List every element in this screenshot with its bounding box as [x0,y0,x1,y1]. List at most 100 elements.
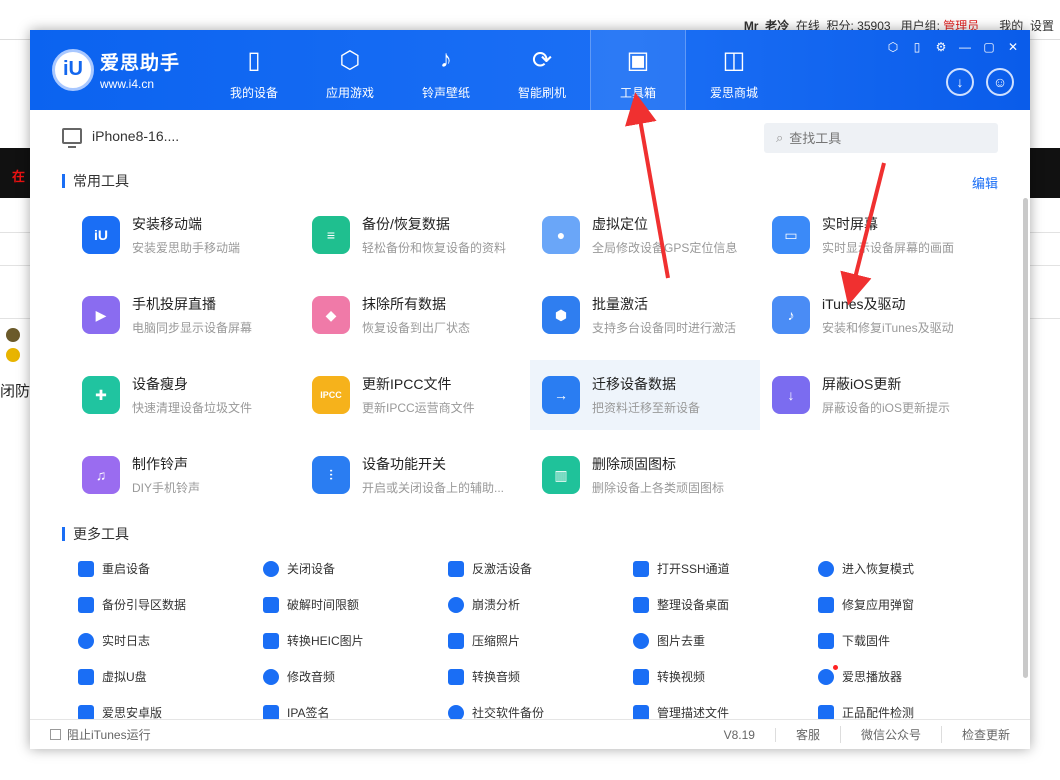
tool-item[interactable]: ✚ 设备瘦身快速清理设备垃圾文件 [70,360,300,430]
close-icon[interactable]: ✕ [1006,40,1020,54]
more-tool-item[interactable]: 修改音频 [263,668,335,685]
settings-icon[interactable]: ⚙ [934,40,948,54]
tool-item[interactable]: ▥ 删除顽固图标 删除设备上各类顽固图标 [530,440,760,510]
tool-desc: 开启或关闭设备上的辅助... [362,481,505,495]
bg-settings-link[interactable]: 设置 [1030,19,1054,33]
more-tool-item[interactable]: 压缩照片 [448,632,520,649]
block-itunes-label[interactable]: 阻止iTunes运行 [67,726,151,743]
tool-desc: DIY手机铃声 [132,481,201,495]
search-input[interactable] [789,130,970,146]
tool-search[interactable]: ⌕ [764,123,998,153]
tab-toolbox[interactable]: ▣ 工具箱 [590,30,686,110]
tool-item[interactable]: ♪ iTunes及驱动 安装和修复iTunes及驱动 [760,280,990,350]
more-tool-label: 关闭设备 [287,562,336,576]
more-tool-item[interactable]: 转换视频 [633,668,705,685]
music-folder-icon: ♪ [440,46,452,73]
more-tool-label: 修复应用弹窗 [842,598,915,612]
tool-item[interactable]: ● 虚拟定位 全局修改设备GPS定位信息 [530,200,760,270]
tab-phone[interactable]: ▯ 我的设备 [206,30,302,110]
more-tool-label: 备份引导区数据 [102,598,187,612]
tab-label: 智能刷机 [517,86,566,100]
search-icon: ⌕ [776,130,784,145]
more-tool-item[interactable]: 整理设备桌面 [633,596,729,613]
more-tool-icon [818,560,834,577]
more-tool-label: 反激活设备 [472,562,533,576]
user-account-icon[interactable]: ☺ [986,68,1014,96]
more-tool-item[interactable]: 关闭设备 [263,560,335,577]
more-tool-item[interactable]: 重启设备 [78,560,150,577]
tool-item[interactable]: ↓ 屏蔽iOS更新 屏蔽设备的iOS更新提示 [760,360,990,430]
tool-desc: 快速清理设备垃圾文件 [132,401,253,415]
tool-item[interactable]: IPCC 更新IPCC文件 更新IPCC运营商文件 [300,360,530,430]
more-tool-item[interactable]: 备份引导区数据 [78,596,186,613]
more-tool-label: 虚拟U盘 [102,670,147,684]
more-tool-item[interactable]: 下载固件 [818,632,890,649]
device-selector[interactable]: iPhone8-16.... [62,128,179,148]
more-tool-label: 崩溃分析 [472,598,521,612]
tool-title: 制作铃声 [132,456,188,472]
more-tool-item[interactable]: 实时日志 [78,632,150,649]
tab-cube[interactable]: ⬡ 应用游戏 [302,30,398,110]
edit-button[interactable]: 编辑 [972,173,998,192]
tool-item[interactable]: ♫ 制作铃声 DIY手机铃声 [70,440,300,510]
tool-item[interactable]: ◆ 抹除所有数据 恢复设备到出厂状态 [300,280,530,350]
tool-title: 手机投屏直播 [132,296,216,312]
tool-title: 批量激活 [592,296,648,312]
tab-shopping-bag[interactable]: ◫ 爱思商城 [686,30,782,110]
tool-title: 设备瘦身 [132,376,188,392]
more-tool-item[interactable]: 崩溃分析 [448,596,520,613]
more-tool-icon [78,560,94,577]
tool-title: 备份/恢复数据 [362,216,450,232]
tool-item[interactable]: ⫶ 设备功能开关 开启或关闭设备上的辅助... [300,440,530,510]
more-tool-item[interactable]: 反激活设备 [448,560,532,577]
skin-icon[interactable]: ⬡ [886,40,900,54]
more-tool-label: 打开SSH通道 [657,562,730,576]
tab-shield-refresh[interactable]: ⟳ 智能刷机 [494,30,590,110]
tool-icon: ♫ [82,456,120,494]
more-tool-item[interactable]: 虚拟U盘 [78,668,147,685]
block-itunes-checkbox[interactable] [50,729,61,740]
more-tool-item[interactable]: 图片去重 [633,632,705,649]
scrollbar[interactable] [1023,198,1028,678]
more-tool-icon [633,560,649,577]
tool-desc: 删除设备上各类顽固图标 [592,481,725,495]
tool-item[interactable]: ≡ 备份/恢复数据 轻松备份和恢复设备的资料 [300,200,530,270]
tool-item[interactable]: ▶ 手机投屏直播 电脑同步显示设备屏幕 [70,280,300,350]
check-update-link[interactable]: 检查更新 [942,726,1030,743]
tool-title: 屏蔽iOS更新 [822,376,902,392]
more-tool-label: 图片去重 [657,634,706,648]
more-tool-label: 破解时间限额 [287,598,360,612]
bg-qq-icon [6,348,20,362]
more-tool-icon [633,632,649,649]
tool-title: 抹除所有数据 [362,296,446,312]
service-link[interactable]: 客服 [776,726,841,743]
tool-icon: ✚ [82,376,120,414]
more-tool-item[interactable]: 转换HEIC图片 [263,632,364,649]
more-tool-item[interactable]: 修复应用弹窗 [818,596,914,613]
more-tool-label: 转换HEIC图片 [287,634,364,648]
more-tool-label: 修改音频 [287,670,336,684]
more-tool-item[interactable]: 转换音频 [448,668,520,685]
more-tool-label: 压缩照片 [472,634,521,648]
more-tool-item[interactable]: 打开SSH通道 [633,560,730,577]
wechat-link[interactable]: 微信公众号 [841,726,942,743]
download-icon[interactable]: ↓ [946,68,974,96]
more-tool-item[interactable]: 进入恢复模式 [818,560,914,577]
bg-emoji-icon [6,328,20,342]
more-tool-item[interactable]: 爱思播放器 [818,664,902,685]
more-tool-icon [263,632,279,649]
tool-item[interactable]: ⬢ 批量激活 支持多台设备同时进行激活 [530,280,760,350]
tool-item[interactable]: ▭ 实时屏幕 实时显示设备屏幕的画面 [760,200,990,270]
phone-small-icon[interactable]: ▯ [910,40,924,54]
tab-music-folder[interactable]: ♪ 铃声壁纸 [398,30,494,110]
maximize-icon[interactable]: ▢ [982,40,996,54]
tool-item[interactable]: iU 安装移动端 安装爱思助手移动端 [70,200,300,270]
more-tool-icon [633,596,649,613]
tool-icon: ▭ [772,216,810,254]
tab-label: 爱思商城 [709,86,758,100]
more-tool-icon [263,668,279,685]
minimize-icon[interactable]: — [958,40,972,54]
tool-item[interactable]: → 迁移设备数据 把资料迁移至新设备 [530,360,760,430]
more-tool-item[interactable]: 破解时间限额 [263,596,359,613]
bg-band-text: 在 [12,169,26,184]
